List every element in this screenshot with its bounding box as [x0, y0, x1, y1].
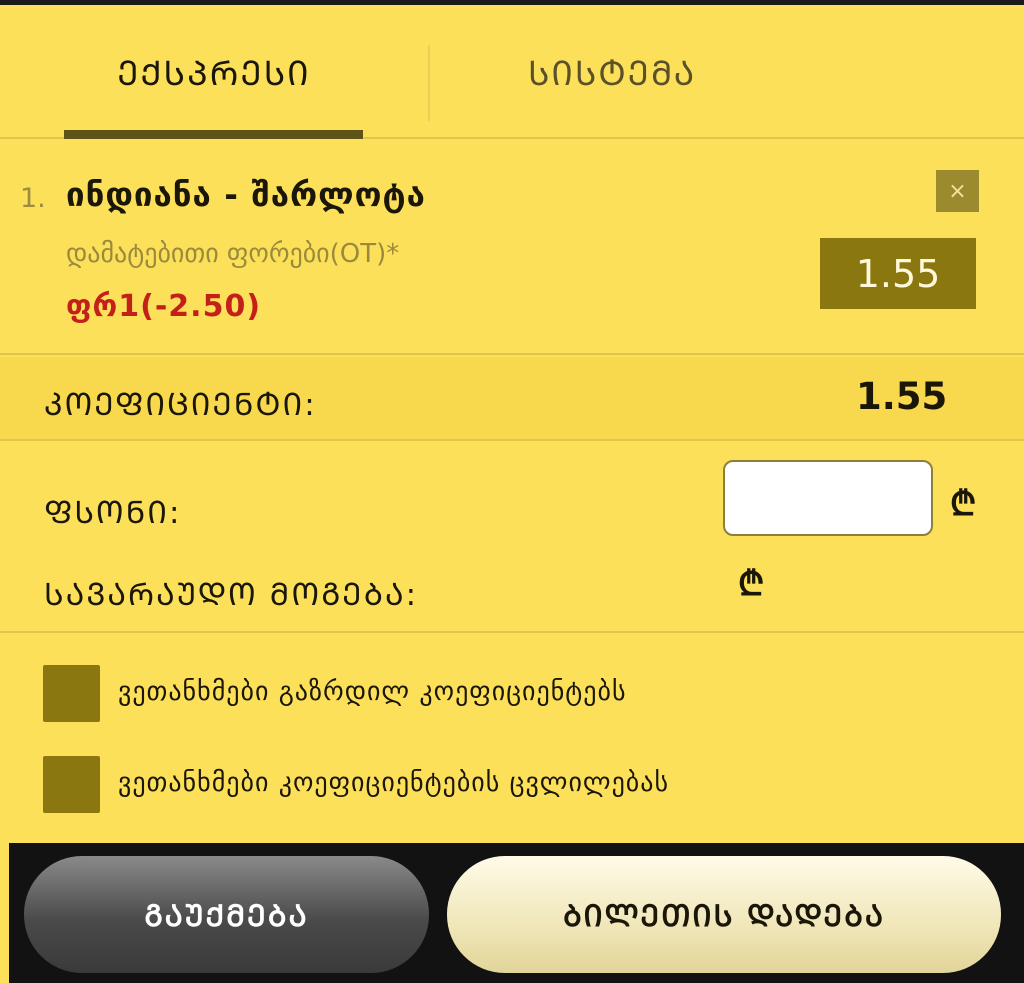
stake-section: ᲤᲡᲝᲜᲘ: ₾ ᲡᲐᲕᲐᲠᲐᲣᲓᲝ ᲛᲝᲒᲔᲑᲐ: ₾	[0, 443, 1024, 633]
bet-index: 1.	[20, 183, 46, 214]
accept-increased-odds-option: ვეთანხმები გაზრდილ კოეფიციენტებს	[0, 663, 1024, 723]
close-icon: ×	[948, 178, 967, 204]
bet-slip-item: 1. ინდიანა - შარლოტა დამატებითი ფორები(O…	[0, 139, 1024, 355]
tab-express[interactable]: ᲔᲥᲡᲞᲠᲔᲡᲘ	[0, 5, 428, 139]
action-bar: ᲒᲐᲣᲥᲛᲔᲑᲐ ᲑᲘᲚᲔᲗᲘᲡ ᲓᲐᲓᲔᲑᲐ	[9, 843, 1024, 983]
remove-bet-button[interactable]: ×	[936, 170, 979, 212]
tab-system-label: ᲡᲘᲡᲢᲔᲛᲐ	[528, 54, 697, 94]
tab-system[interactable]: ᲡᲘᲡᲢᲔᲛᲐ	[430, 5, 1024, 139]
accept-increased-odds-label[interactable]: ვეთანხმები გაზრდილ კოეფიციენტებს	[118, 677, 627, 707]
accept-odds-change-option: ვეთანხმები კოეფიციენტების ცვლილებას	[0, 754, 1024, 814]
market-name: დამატებითი ფორები(OT)*	[66, 239, 400, 269]
place-bet-button[interactable]: ᲑᲘᲚᲔᲗᲘᲡ ᲓᲐᲓᲔᲑᲐ	[447, 856, 1001, 973]
coefficient-label: ᲙᲝᲔᲤᲘᲪᲘᲔᲜᲢᲘ:	[44, 387, 317, 423]
accept-increased-odds-checkbox[interactable]	[43, 665, 100, 722]
match-title: ინდიანა - შარლოტა	[66, 175, 426, 214]
accept-odds-change-label[interactable]: ვეთანხმები კოეფიციენტების ცვლილებას	[118, 768, 669, 798]
coefficient-value: 1.55	[856, 375, 948, 418]
bet-odds-value: 1.55	[855, 251, 941, 296]
stake-input[interactable]	[723, 460, 933, 536]
lari-icon: ₾	[738, 564, 765, 604]
stake-label: ᲤᲡᲝᲜᲘ:	[44, 495, 182, 531]
accept-odds-change-checkbox[interactable]	[43, 756, 100, 813]
active-tab-indicator	[64, 130, 363, 139]
bet-type-tabs: ᲔᲥᲡᲞᲠᲔᲡᲘ ᲡᲘᲡᲢᲔᲛᲐ	[0, 5, 1024, 139]
lari-icon: ₾	[950, 484, 977, 524]
total-coefficient-row: ᲙᲝᲔᲤᲘᲪᲘᲔᲜᲢᲘ: 1.55	[0, 357, 1024, 441]
tab-express-label: ᲔᲥᲡᲞᲠᲔᲡᲘ	[117, 54, 311, 94]
cancel-button[interactable]: ᲒᲐᲣᲥᲛᲔᲑᲐ	[24, 856, 429, 973]
bet-odds-badge: 1.55	[820, 238, 976, 309]
potential-win-label: ᲡᲐᲕᲐᲠᲐᲣᲓᲝ ᲛᲝᲒᲔᲑᲐ:	[44, 577, 419, 613]
selection-name: ფრ1(-2.50)	[66, 289, 262, 324]
